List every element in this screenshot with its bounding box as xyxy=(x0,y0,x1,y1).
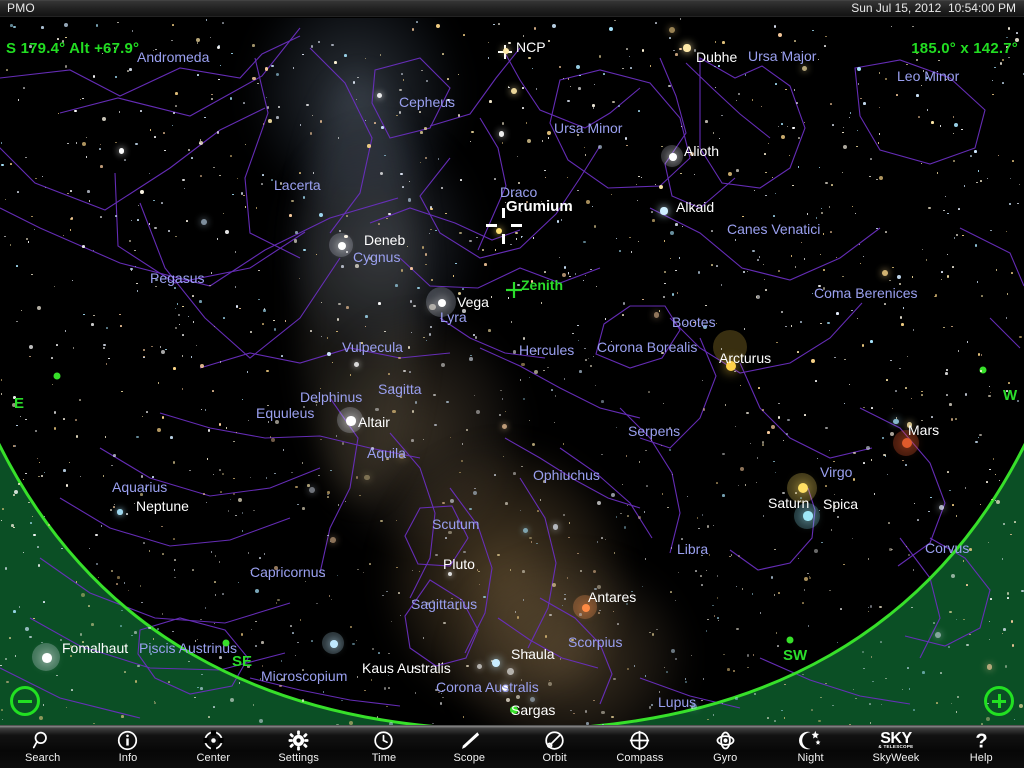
question-icon: ? xyxy=(971,730,992,752)
zenith-crosshair xyxy=(506,282,522,298)
toolbar-label: Center xyxy=(196,752,231,764)
toolbar-button-skyweek[interactable]: SKY & TELESCOPE SkyWeek xyxy=(853,726,938,768)
cardinal-tick-e xyxy=(53,372,61,380)
toolbar-button-orbit[interactable]: Orbit xyxy=(512,726,597,768)
toolbar-button-night[interactable]: Night xyxy=(768,726,853,768)
direction-altitude-readout: S 179.4° Alt +67.9° xyxy=(6,40,140,57)
cardinal-tick-w xyxy=(979,366,987,374)
constellation-lines xyxy=(0,27,1024,719)
bottom-toolbar: Search Info Center Settings Time Scope Orbit Co… xyxy=(0,725,1024,768)
moon-star-icon xyxy=(799,730,822,751)
clock-icon xyxy=(373,730,394,751)
toolbar-label: Compass xyxy=(616,752,664,764)
info-icon xyxy=(117,730,138,751)
toolbar-button-gyro[interactable]: Gyro xyxy=(683,726,768,768)
ncp-crosshair xyxy=(498,45,512,59)
scope-icon xyxy=(459,730,480,751)
title-bar: PMO Sun Jul 15, 2012 10:54:00 PM xyxy=(0,0,1024,18)
sky-logo-icon: SKY & TELESCOPE xyxy=(878,730,913,751)
toolbar-label: Night xyxy=(797,752,824,764)
cardinal-tick-s xyxy=(510,706,518,714)
toolbar-button-help[interactable]: ? Help xyxy=(939,726,1024,768)
toolbar-button-compass[interactable]: Compass xyxy=(597,726,682,768)
sky-view[interactable]: Grumium Andromeda Cepheus Ursa Minor Ursa M… xyxy=(0,18,1024,725)
toolbar-label: SkyWeek xyxy=(872,752,920,764)
app-name: PMO xyxy=(7,1,35,15)
toolbar-label: Gyro xyxy=(713,752,738,764)
toolbar-label: Scope xyxy=(453,752,486,764)
search-icon xyxy=(32,730,53,751)
toolbar-button-time[interactable]: Time xyxy=(341,726,426,768)
compass-icon xyxy=(629,730,650,751)
cardinal-tick-sw xyxy=(786,636,794,644)
datetime-display[interactable]: Sun Jul 15, 2012 10:54:00 PM xyxy=(851,1,1016,15)
cardinal-tick-se xyxy=(222,639,230,647)
toolbar-button-settings[interactable]: Settings xyxy=(256,726,341,768)
star-chart-app: PMO Sun Jul 15, 2012 10:54:00 PM Grumium… xyxy=(0,0,1024,768)
gyro-icon xyxy=(715,730,736,751)
center-icon xyxy=(203,730,224,751)
toolbar-button-search[interactable]: Search xyxy=(0,726,85,768)
toolbar-label: Settings xyxy=(278,752,319,764)
sky-logo-bottom: & TELESCOPE xyxy=(878,744,914,750)
orbit-icon xyxy=(544,730,565,751)
zoom-out-button[interactable] xyxy=(10,686,40,716)
toolbar-label: Help xyxy=(969,752,993,764)
bright-star-halos xyxy=(32,145,919,671)
toolbar-label: Orbit xyxy=(542,752,567,764)
sky-graphics xyxy=(0,27,1024,725)
toolbar-button-info[interactable]: Info xyxy=(85,726,170,768)
gear-icon xyxy=(288,730,309,751)
field-of-view-readout: 185.0° x 142.7° xyxy=(911,40,1018,57)
toolbar-button-center[interactable]: Center xyxy=(171,726,256,768)
toolbar-label: Info xyxy=(118,752,138,764)
toolbar-label: Search xyxy=(24,752,61,764)
svg-text:?: ? xyxy=(975,731,987,752)
toolbar-button-scope[interactable]: Scope xyxy=(427,726,512,768)
toolbar-label: Time xyxy=(371,752,397,764)
zoom-in-button[interactable] xyxy=(984,686,1014,716)
